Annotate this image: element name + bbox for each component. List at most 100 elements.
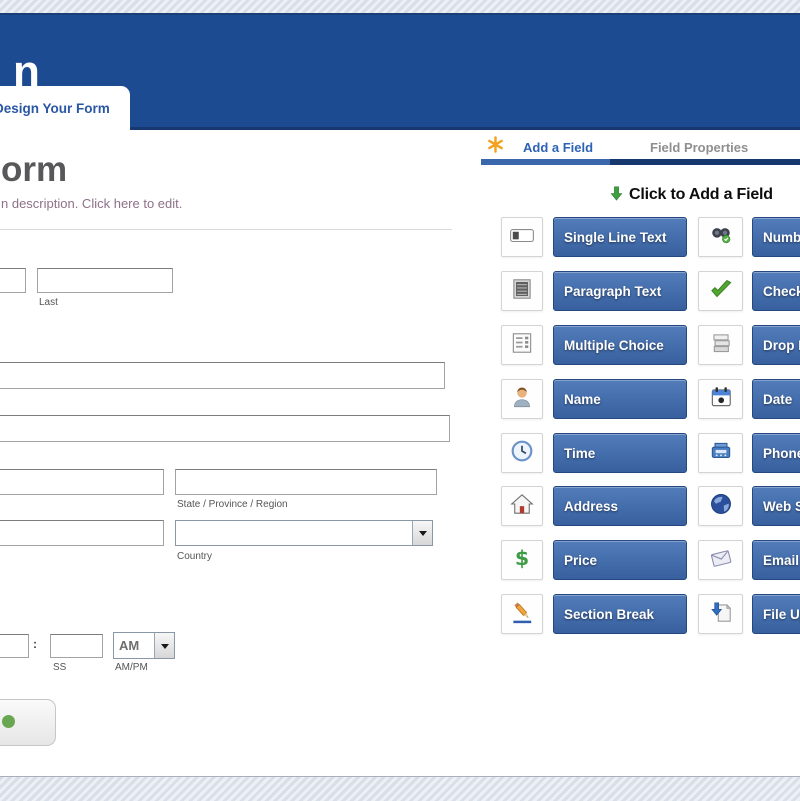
address-icon <box>509 491 535 522</box>
zip-input[interactable] <box>0 520 164 546</box>
add-field-button-phone[interactable]: Phone <box>752 433 800 473</box>
file-upload-icon <box>708 599 734 630</box>
price-icon: $ <box>509 545 535 576</box>
state-label: State / Province / Region <box>177 499 288 510</box>
seconds-input[interactable] <box>50 634 103 658</box>
add-field-button-number[interactable]: Number <box>752 217 800 257</box>
svg-text:$: $ <box>515 546 529 570</box>
save-form-button[interactable] <box>0 699 56 746</box>
paragraph-text-icon <box>509 276 535 307</box>
single-line-text-icon <box>509 222 535 253</box>
name-icon-box <box>501 379 543 419</box>
chevron-down-icon[interactable] <box>154 633 174 658</box>
address-icon-box <box>501 486 543 526</box>
address-line2-input[interactable] <box>0 415 450 442</box>
phone-icon <box>708 438 734 469</box>
checkboxes-icon <box>708 276 734 307</box>
ampm-label: AM/PM <box>115 662 148 673</box>
add-field-button-label: Email <box>763 553 799 568</box>
number-icon <box>708 222 734 253</box>
tab-design-your-form-label: Design Your Form <box>0 101 110 116</box>
state-input[interactable] <box>175 469 437 495</box>
section-break-icon <box>509 599 535 630</box>
add-field-button-label: Web Site <box>763 499 800 514</box>
email-icon <box>708 545 734 576</box>
add-field-button-label: Number <box>763 230 800 245</box>
address-line1-input[interactable] <box>0 362 445 389</box>
drop-down-icon-box <box>698 325 743 365</box>
panel-tab-add-a-field[interactable]: Add a Field <box>523 140 593 155</box>
minutes-input[interactable] <box>0 634 29 658</box>
add-field-button-file-upload[interactable]: File Upload <box>752 594 800 634</box>
name-icon <box>509 384 535 415</box>
add-field-button-address[interactable]: Address <box>553 486 687 526</box>
add-field-button-price[interactable]: Price <box>553 540 687 580</box>
drop-down-icon <box>708 330 734 361</box>
green-down-arrow-icon <box>608 182 625 210</box>
multiple-choice-icon-box <box>501 325 543 365</box>
add-field-button-multiple-choice[interactable]: Multiple Choice <box>553 325 687 365</box>
date-icon <box>708 384 734 415</box>
add-field-button-web-site[interactable]: Web Site <box>752 486 800 526</box>
add-field-button-time[interactable]: Time <box>553 433 687 473</box>
top-stripe-band <box>0 0 800 13</box>
chevron-down-icon[interactable] <box>412 521 432 545</box>
add-field-button-label: Time <box>564 446 595 461</box>
tab-design-your-form[interactable]: Design Your Form <box>0 86 130 130</box>
add-field-button-label: Price <box>564 553 597 568</box>
add-field-button-label: Paragraph Text <box>564 284 661 299</box>
form-divider <box>0 229 452 230</box>
add-field-button-label: Phone <box>763 446 800 461</box>
asterisk-icon <box>485 134 506 160</box>
seconds-label: SS <box>53 662 66 673</box>
web-site-icon <box>708 491 734 522</box>
time-colon: : <box>33 637 37 651</box>
last-name-input[interactable] <box>37 268 173 293</box>
number-icon-box <box>698 217 743 257</box>
date-icon-box <box>698 379 743 419</box>
checkboxes-icon-box <box>698 271 743 311</box>
add-field-button-paragraph-text[interactable]: Paragraph Text <box>553 271 687 311</box>
ampm-select-value: AM <box>114 638 139 653</box>
time-icon <box>509 438 535 469</box>
bottom-stripe-band <box>0 776 800 801</box>
paragraph-text-icon-box <box>501 271 543 311</box>
single-line-text-icon-box <box>501 217 543 257</box>
add-field-button-label: Single Line Text <box>564 230 667 245</box>
web-site-icon-box <box>698 486 743 526</box>
ampm-select[interactable]: AM <box>113 632 175 659</box>
phone-icon-box <box>698 433 743 473</box>
add-field-button-single-line-text[interactable]: Single Line Text <box>553 217 687 257</box>
active-tab-underline <box>481 159 610 165</box>
last-name-label: Last <box>39 297 58 308</box>
add-field-button-email[interactable]: Email <box>752 540 800 580</box>
add-field-button-label: Multiple Choice <box>564 338 664 353</box>
add-field-button-name[interactable]: Name <box>553 379 687 419</box>
add-field-button-drop-down[interactable]: Drop Down <box>752 325 800 365</box>
multiple-choice-icon <box>509 330 535 361</box>
tab-underline <box>610 159 800 165</box>
add-field-button-section-break[interactable]: Section Break <box>553 594 687 634</box>
city-input[interactable] <box>0 469 164 495</box>
add-field-button-label: Section Break <box>564 607 654 622</box>
time-icon-box <box>501 433 543 473</box>
form-description-edit-link[interactable]: n description. Click here to edit. <box>1 196 182 211</box>
add-field-button-label: Address <box>564 499 618 514</box>
country-label: Country <box>177 551 212 562</box>
section-break-icon-box <box>501 594 543 634</box>
form-title[interactable]: orm <box>1 150 67 190</box>
email-icon-box <box>698 540 743 580</box>
panel-tab-field-properties[interactable]: Field Properties <box>650 140 748 155</box>
add-field-button-checkboxes[interactable]: Checkboxes <box>752 271 800 311</box>
add-field-button-label: Drop Down <box>763 338 800 353</box>
add-field-button-label: Name <box>564 392 601 407</box>
add-field-button-date[interactable]: Date <box>752 379 800 419</box>
file-upload-icon-box <box>698 594 743 634</box>
add-field-heading: Click to Add a Field <box>629 186 773 204</box>
add-field-button-label: Date <box>763 392 792 407</box>
country-select[interactable] <box>175 520 433 546</box>
save-icon <box>2 715 15 728</box>
price-icon-box: $ <box>501 540 543 580</box>
first-name-input[interactable] <box>0 268 26 293</box>
add-field-button-label: File Upload <box>763 607 800 622</box>
